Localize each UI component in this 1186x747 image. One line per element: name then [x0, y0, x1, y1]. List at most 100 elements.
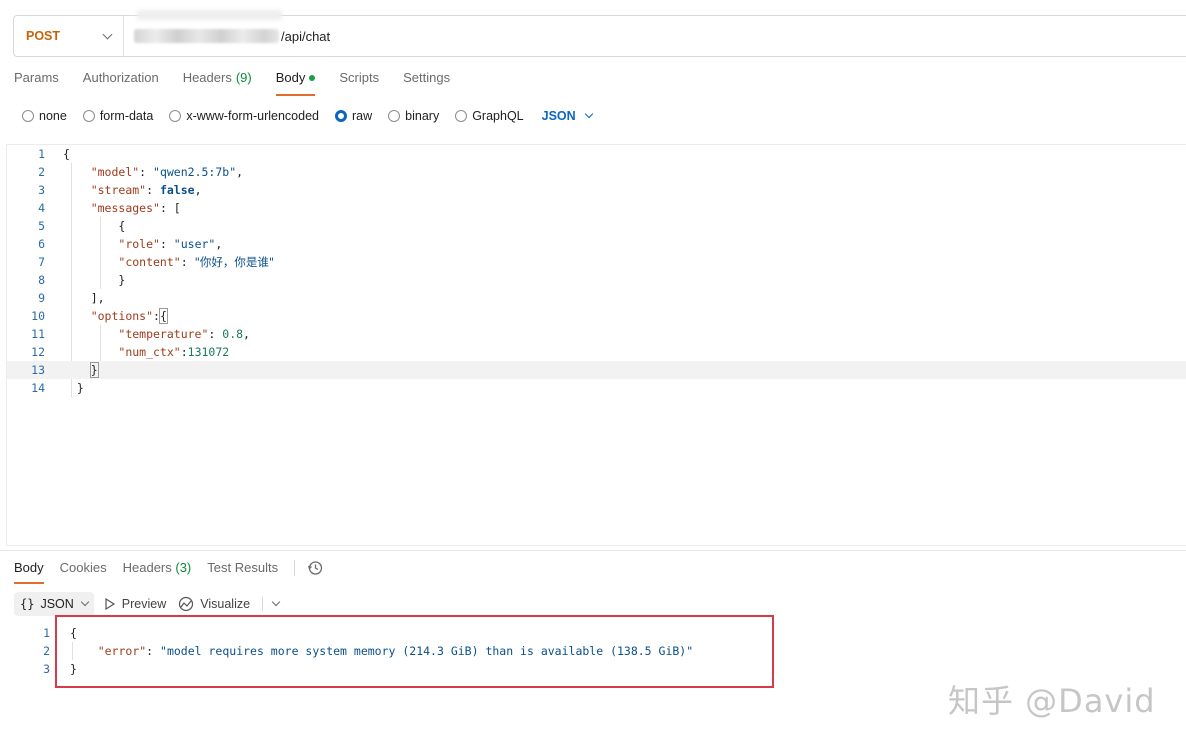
pane-divider[interactable] [0, 550, 1186, 551]
json-key: "num_ctx" [118, 345, 181, 359]
radio-icon [169, 110, 182, 122]
radio-form-data[interactable]: form-data [82, 109, 153, 123]
code-line: 11 "temperature": 0.8, [7, 325, 1186, 343]
chevron-down-icon [584, 109, 593, 119]
json-value: 131072 [187, 345, 230, 359]
format-label: JSON [40, 597, 74, 611]
line-number: 7 [38, 255, 45, 269]
history-icon[interactable] [307, 560, 323, 579]
code-text: } [89, 362, 99, 378]
tab-label: Test Results [207, 560, 279, 575]
format-label: JSON [541, 109, 576, 123]
visualize-button[interactable]: Visualize [178, 596, 250, 612]
tab-label: Settings [403, 70, 451, 85]
tab-authorization[interactable]: Authorization [83, 70, 159, 96]
chevron-down-icon [102, 29, 113, 39]
radio-label: raw [352, 109, 373, 123]
code-text: ], [63, 291, 105, 305]
code-text: { [63, 219, 126, 233]
code-line: 12 "num_ctx":131072 [7, 343, 1186, 361]
preview-button[interactable]: Preview [104, 597, 166, 611]
json-value: 0.8 [222, 327, 244, 341]
code-text: "model": "qwen2.5:7b", [90, 165, 244, 179]
response-tab-cookies[interactable]: Cookies [60, 560, 107, 584]
line-number: 3 [38, 183, 45, 197]
watermark: 知乎 @David [948, 682, 1156, 720]
radio-label: none [39, 109, 67, 123]
response-format-dropdown[interactable]: {} JSON [14, 592, 94, 616]
json-value: "qwen2.5:7b" [153, 165, 237, 179]
response-toolbar: {} JSON Preview Visualize [14, 592, 281, 616]
body-type-selector: none form-data x-www-form-urlencoded raw… [22, 108, 593, 124]
json-key: "role" [118, 237, 160, 251]
code-text: } [63, 381, 84, 395]
tab-label: Cookies [59, 560, 107, 575]
divider [294, 560, 296, 576]
response-tab-body[interactable]: Body [14, 560, 44, 584]
code-line: 8 } [7, 271, 1186, 289]
line-number: 13 [31, 363, 45, 377]
radio-urlencoded[interactable]: x-www-form-urlencoded [169, 109, 319, 123]
radio-icon [22, 110, 34, 122]
method-label: POST [26, 29, 61, 43]
tab-body[interactable]: Body [275, 70, 316, 96]
radio-label: x-www-form-urlencoded [186, 109, 319, 123]
json-key: "temperature" [118, 327, 209, 341]
code-line: 6 "role": "user", [7, 235, 1186, 253]
response-tab-headers[interactable]: Headers (3) [123, 560, 192, 584]
radio-none[interactable]: none [22, 109, 67, 123]
line-number: 2 [38, 165, 45, 179]
tab-params[interactable]: Params [14, 70, 59, 96]
braces-icon: {} [20, 597, 35, 611]
request-body-editor[interactable]: 1 { 2 "model": "qwen2.5:7b", 3 "stream": … [6, 144, 1186, 546]
request-tabs: Params Authorization Headers (9) Body Scr… [14, 70, 474, 96]
chevron-down-icon[interactable] [271, 597, 281, 607]
radio-graphql[interactable]: GraphQL [455, 109, 524, 123]
code-text: "stream": false, [90, 183, 202, 197]
code-line: 14 } [7, 379, 1186, 397]
raw-format-dropdown[interactable]: JSON [541, 109, 593, 123]
radio-label: GraphQL [472, 109, 524, 123]
response-tab-test-results[interactable]: Test Results [207, 560, 278, 584]
json-key: "stream" [90, 183, 147, 197]
line-number: 2 [43, 644, 50, 658]
radio-checked-icon [335, 110, 347, 122]
line-number: 6 [38, 237, 45, 251]
tab-label: Body [275, 70, 306, 85]
modified-dot-icon [309, 75, 316, 81]
code-text: "temperature": 0.8, [118, 327, 250, 341]
tab-settings[interactable]: Settings [403, 70, 450, 96]
line-number: 8 [38, 273, 45, 287]
url-bar: POST /api/chat [13, 15, 1186, 57]
radio-label: binary [405, 109, 440, 123]
line-number: 9 [38, 291, 45, 305]
radio-icon [455, 110, 468, 122]
json-key: "messages" [90, 201, 160, 215]
url-input[interactable]: /api/chat [124, 29, 330, 44]
tab-scripts[interactable]: Scripts [339, 70, 379, 96]
line-number: 4 [38, 201, 45, 215]
line-number: 1 [38, 147, 45, 161]
radio-icon [82, 110, 95, 122]
radio-icon [388, 110, 401, 122]
tab-headers[interactable]: Headers (9) [183, 70, 252, 96]
json-value: false [159, 183, 195, 197]
chevron-down-icon [80, 597, 90, 607]
code-text: { [63, 147, 70, 161]
preview-label: Preview [121, 597, 167, 611]
code-text: } [63, 273, 126, 287]
visualize-icon [179, 596, 194, 612]
code-line: 9 ], [7, 289, 1186, 307]
tab-label: Headers [182, 70, 232, 85]
code-text: "messages": [ [90, 201, 181, 215]
tab-label: Params [14, 70, 59, 85]
json-key: "content" [118, 255, 181, 269]
code-text: "options":{ [90, 308, 168, 324]
code-line-current: 13 } [7, 361, 1186, 379]
line-number: 12 [31, 345, 45, 359]
radio-binary[interactable]: binary [388, 109, 439, 123]
code-text: "content": "你好，你是谁" [118, 255, 275, 269]
redacted-host [134, 29, 279, 43]
method-select[interactable]: POST [14, 16, 124, 56]
radio-raw[interactable]: raw [335, 109, 372, 123]
